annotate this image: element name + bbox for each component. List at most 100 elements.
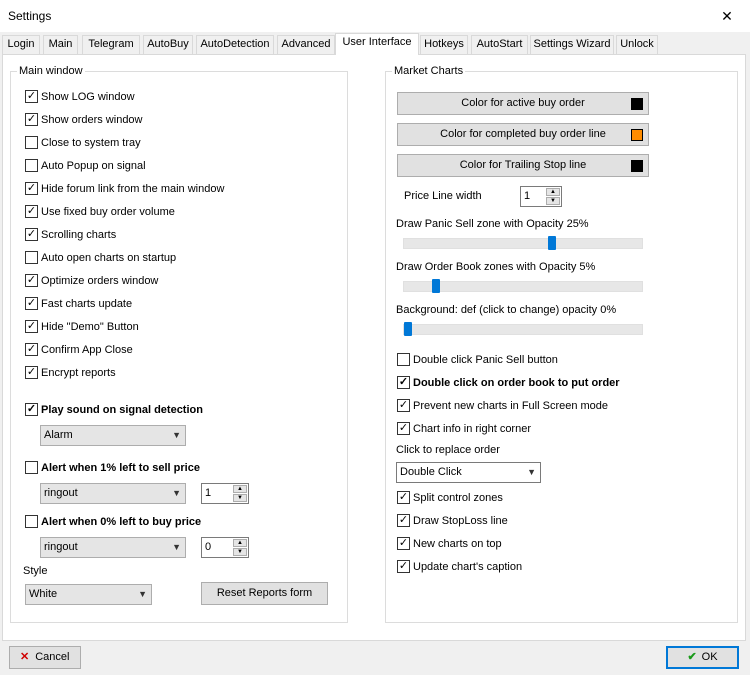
color-active-buy-order-button[interactable]: Color for active buy order	[397, 92, 649, 115]
checkbox-auto-popup[interactable]: Auto Popup on signal	[25, 158, 146, 175]
checkbox-box[interactable]: ✓	[25, 319, 38, 333]
checkbox-box[interactable]: ✓	[397, 421, 410, 435]
tab-main[interactable]: Main	[43, 35, 78, 54]
checkbox-alert-sell[interactable]: Alert when 1% left to sell price	[25, 460, 200, 477]
checkbox-box[interactable]: ✓	[25, 342, 38, 356]
checkbox-confirm-app-close[interactable]: ✓ Confirm App Close	[25, 342, 133, 359]
ok-check-icon: ✔	[687, 651, 697, 663]
tab-unlock[interactable]: Unlock	[616, 35, 658, 54]
checkbox-encrypt-reports[interactable]: ✓ Encrypt reports	[25, 365, 116, 382]
checkbox-new-charts-on-top[interactable]: ✓ New charts on top	[397, 536, 502, 553]
chevron-down-icon: ▼	[172, 430, 181, 440]
tab-advanced[interactable]: Advanced	[277, 35, 335, 54]
checkbox-box[interactable]	[25, 250, 38, 264]
click-replace-order-select[interactable]: Double Click ▼	[396, 462, 541, 483]
checkbox-chart-info-right-corner[interactable]: ✓ Chart info in right corner	[397, 421, 531, 438]
price-line-width-label: Price Line width	[404, 190, 482, 202]
checkbox-box[interactable]: ✓	[25, 112, 38, 126]
alert-buy-percent-stepper[interactable]: 0 ▲ ▼	[201, 537, 249, 558]
spin-down-icon[interactable]: ▼	[233, 494, 247, 502]
checkbox-box[interactable]: ✓	[25, 89, 38, 103]
checkbox-box[interactable]: ✓	[25, 365, 38, 379]
click-replace-order-label: Click to replace order	[396, 444, 500, 456]
signal-sound-select[interactable]: Alarm ▼	[40, 425, 186, 446]
main-window-group: Main window ✓ Show LOG window ✓ Show order…	[10, 65, 348, 623]
checkbox-optimize-orders-window[interactable]: ✓ Optimize orders window	[25, 273, 158, 290]
background-opacity-label: Background: def (click to change) opacit…	[396, 304, 617, 316]
checkbox-box[interactable]: ✓	[397, 398, 410, 412]
checkbox-box[interactable]	[25, 135, 38, 149]
checkbox-scrolling-charts[interactable]: ✓ Scrolling charts	[25, 227, 116, 244]
market-charts-group: Market Charts Color for active buy order…	[385, 65, 738, 623]
style-select[interactable]: White ▼	[25, 584, 152, 605]
chevron-down-icon: ▼	[172, 488, 181, 498]
alert-sell-sound-select[interactable]: ringout ▼	[40, 483, 186, 504]
checkbox-box[interactable]: ✓	[25, 227, 38, 241]
checkbox-box[interactable]: ✓	[25, 181, 38, 195]
background-opacity-slider[interactable]	[403, 322, 643, 336]
order-book-opacity-label: Draw Order Book zones with Opacity 5%	[396, 261, 596, 273]
checkbox-box[interactable]: ✓	[397, 375, 410, 389]
tab-autostart[interactable]: AutoStart	[471, 35, 528, 54]
checkbox-box[interactable]	[397, 352, 410, 366]
checkbox-box[interactable]	[25, 158, 38, 172]
checkbox-box[interactable]: ✓	[397, 536, 410, 550]
tab-user-interface[interactable]: User Interface	[335, 33, 419, 55]
close-icon[interactable]: ✕	[704, 0, 750, 32]
panic-sell-opacity-slider[interactable]	[403, 236, 643, 250]
ok-button[interactable]: ✔ OK	[666, 646, 739, 669]
reset-reports-form-button[interactable]: Reset Reports form	[201, 582, 328, 605]
spin-up-icon[interactable]: ▲	[233, 485, 247, 493]
main-window-group-title: Main window	[17, 65, 85, 77]
chevron-down-icon: ▼	[138, 589, 147, 599]
checkbox-split-control-zones[interactable]: ✓ Split control zones	[397, 490, 503, 507]
alert-buy-sound-select[interactable]: ringout ▼	[40, 537, 186, 558]
slider-thumb[interactable]	[404, 322, 412, 336]
order-book-opacity-slider[interactable]	[403, 279, 643, 293]
tab-autobuy[interactable]: AutoBuy	[143, 35, 193, 54]
checkbox-fast-charts-update[interactable]: ✓ Fast charts update	[25, 296, 132, 313]
checkbox-box[interactable]	[25, 460, 38, 474]
checkbox-prevent-new-charts-fullscreen[interactable]: ✓ Prevent new charts in Full Screen mode	[397, 398, 608, 415]
spin-down-icon[interactable]: ▼	[233, 548, 247, 556]
color-trailing-stop-button[interactable]: Color for Trailing Stop line	[397, 154, 649, 177]
checkbox-double-click-panic-sell[interactable]: Double click Panic Sell button	[397, 352, 558, 369]
checkbox-fixed-buy-volume[interactable]: ✓ Use fixed buy order volume	[25, 204, 175, 221]
checkbox-update-chart-caption[interactable]: ✓ Update chart's caption	[397, 559, 522, 576]
checkbox-auto-open-charts[interactable]: Auto open charts on startup	[25, 250, 176, 267]
checkbox-play-sound[interactable]: ✓ Play sound on signal detection	[25, 402, 203, 419]
checkbox-hide-demo-button[interactable]: ✓ Hide "Demo" Button	[25, 319, 139, 336]
checkbox-hide-forum-link[interactable]: ✓ Hide forum link from the main window	[25, 181, 224, 198]
checkbox-close-to-system-tray[interactable]: Close to system tray	[25, 135, 141, 152]
alert-sell-percent-stepper[interactable]: 1 ▲ ▼	[201, 483, 249, 504]
color-completed-buy-order-button[interactable]: Color for completed buy order line	[397, 123, 649, 146]
spin-up-icon[interactable]: ▲	[546, 188, 560, 196]
checkbox-box[interactable]: ✓	[397, 559, 410, 573]
checkbox-box[interactable]	[25, 514, 38, 528]
tab-telegram[interactable]: Telegram	[82, 35, 140, 54]
color-swatch	[631, 98, 643, 110]
checkbox-show-orders-window[interactable]: ✓ Show orders window	[25, 112, 143, 129]
checkbox-box[interactable]: ✓	[25, 296, 38, 310]
checkbox-show-log-window[interactable]: ✓ Show LOG window	[25, 89, 135, 106]
tab-login[interactable]: Login	[2, 35, 40, 54]
checkbox-box[interactable]: ✓	[25, 204, 38, 218]
price-line-width-stepper[interactable]: 1 ▲ ▼	[520, 186, 562, 207]
cancel-button[interactable]: ✕ Cancel	[9, 646, 81, 669]
checkbox-box[interactable]: ✓	[25, 273, 38, 287]
title-bar: Settings ✕	[0, 0, 750, 32]
tab-autodetection[interactable]: AutoDetection	[196, 35, 274, 54]
checkbox-box[interactable]: ✓	[397, 490, 410, 504]
tab-hotkeys[interactable]: Hotkeys	[420, 35, 468, 54]
checkbox-double-click-order-book[interactable]: ✓ Double click on order book to put order	[397, 375, 620, 392]
checkbox-draw-stoploss-line[interactable]: ✓ Draw StopLoss line	[397, 513, 508, 530]
tab-settings-wizard[interactable]: Settings Wizard	[530, 35, 614, 54]
slider-thumb[interactable]	[548, 236, 556, 250]
checkbox-box[interactable]: ✓	[397, 513, 410, 527]
spin-down-icon[interactable]: ▼	[546, 197, 560, 205]
slider-thumb[interactable]	[432, 279, 440, 293]
spin-up-icon[interactable]: ▲	[233, 539, 247, 547]
panic-sell-opacity-label: Draw Panic Sell zone with Opacity 25%	[396, 218, 589, 230]
checkbox-alert-buy[interactable]: Alert when 0% left to buy price	[25, 514, 201, 531]
checkbox-box[interactable]: ✓	[25, 402, 38, 416]
